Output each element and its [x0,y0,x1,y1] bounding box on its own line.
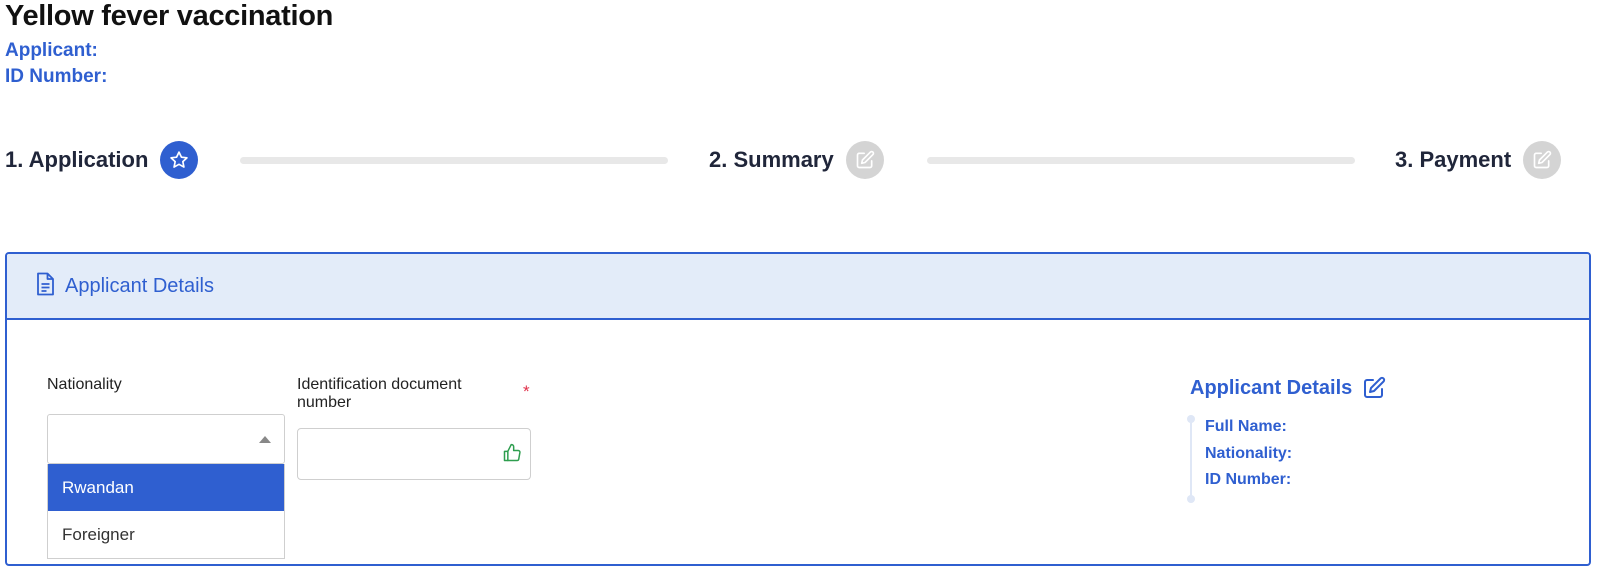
edit-icon [845,141,884,179]
applicant-details-card: Applicant Details Nationality Rwandan Fo… [5,252,1591,566]
step-summary[interactable]: 2. Summary [709,138,884,182]
star-icon [160,141,199,179]
edit-icon[interactable] [1362,376,1386,400]
option-foreigner[interactable]: Foreigner [48,511,284,558]
summary-nationality: Nationality: [1205,445,1293,462]
id-document-input[interactable] [297,428,531,480]
required-marker: * [523,382,530,401]
nationality-dropdown: Rwandan Foreigner [47,464,285,559]
thumbs-up-icon [502,442,522,469]
summary-timeline [1187,415,1195,503]
summary-id-number: ID Number: [1205,471,1292,488]
timeline-dot [1187,495,1195,503]
summary-title: Applicant Details [1190,376,1353,399]
step-connector [240,157,668,164]
summary-panel: Applicant Details [1190,376,1386,400]
document-icon [35,272,55,301]
applicant-label: Applicant: [5,40,98,61]
card-header: Applicant Details [7,254,1589,320]
option-rwandan[interactable]: Rwandan [48,464,284,511]
card-header-title: Applicant Details [65,274,214,297]
step-label: 2. Summary [709,147,834,172]
id-document-label: Identification document number [297,376,462,411]
id-number-label: ID Number: [5,66,108,87]
summary-full-name: Full Name: [1205,418,1287,435]
step-application[interactable]: 1. Application [5,138,199,182]
step-label: 1. Application [5,147,149,172]
step-connector [927,157,1355,164]
nationality-label: Nationality [47,376,122,393]
step-payment[interactable]: 3. Payment [1395,138,1562,182]
progress-stepper: 1. Application 2. Summary 3. Payment [0,138,1600,182]
step-label: 3. Payment [1395,147,1512,172]
timeline-dot [1187,415,1195,423]
edit-icon [1523,141,1562,179]
caret-up-icon [259,436,271,443]
nationality-select[interactable] [47,414,285,464]
page-title: Yellow fever vaccination [5,0,334,32]
